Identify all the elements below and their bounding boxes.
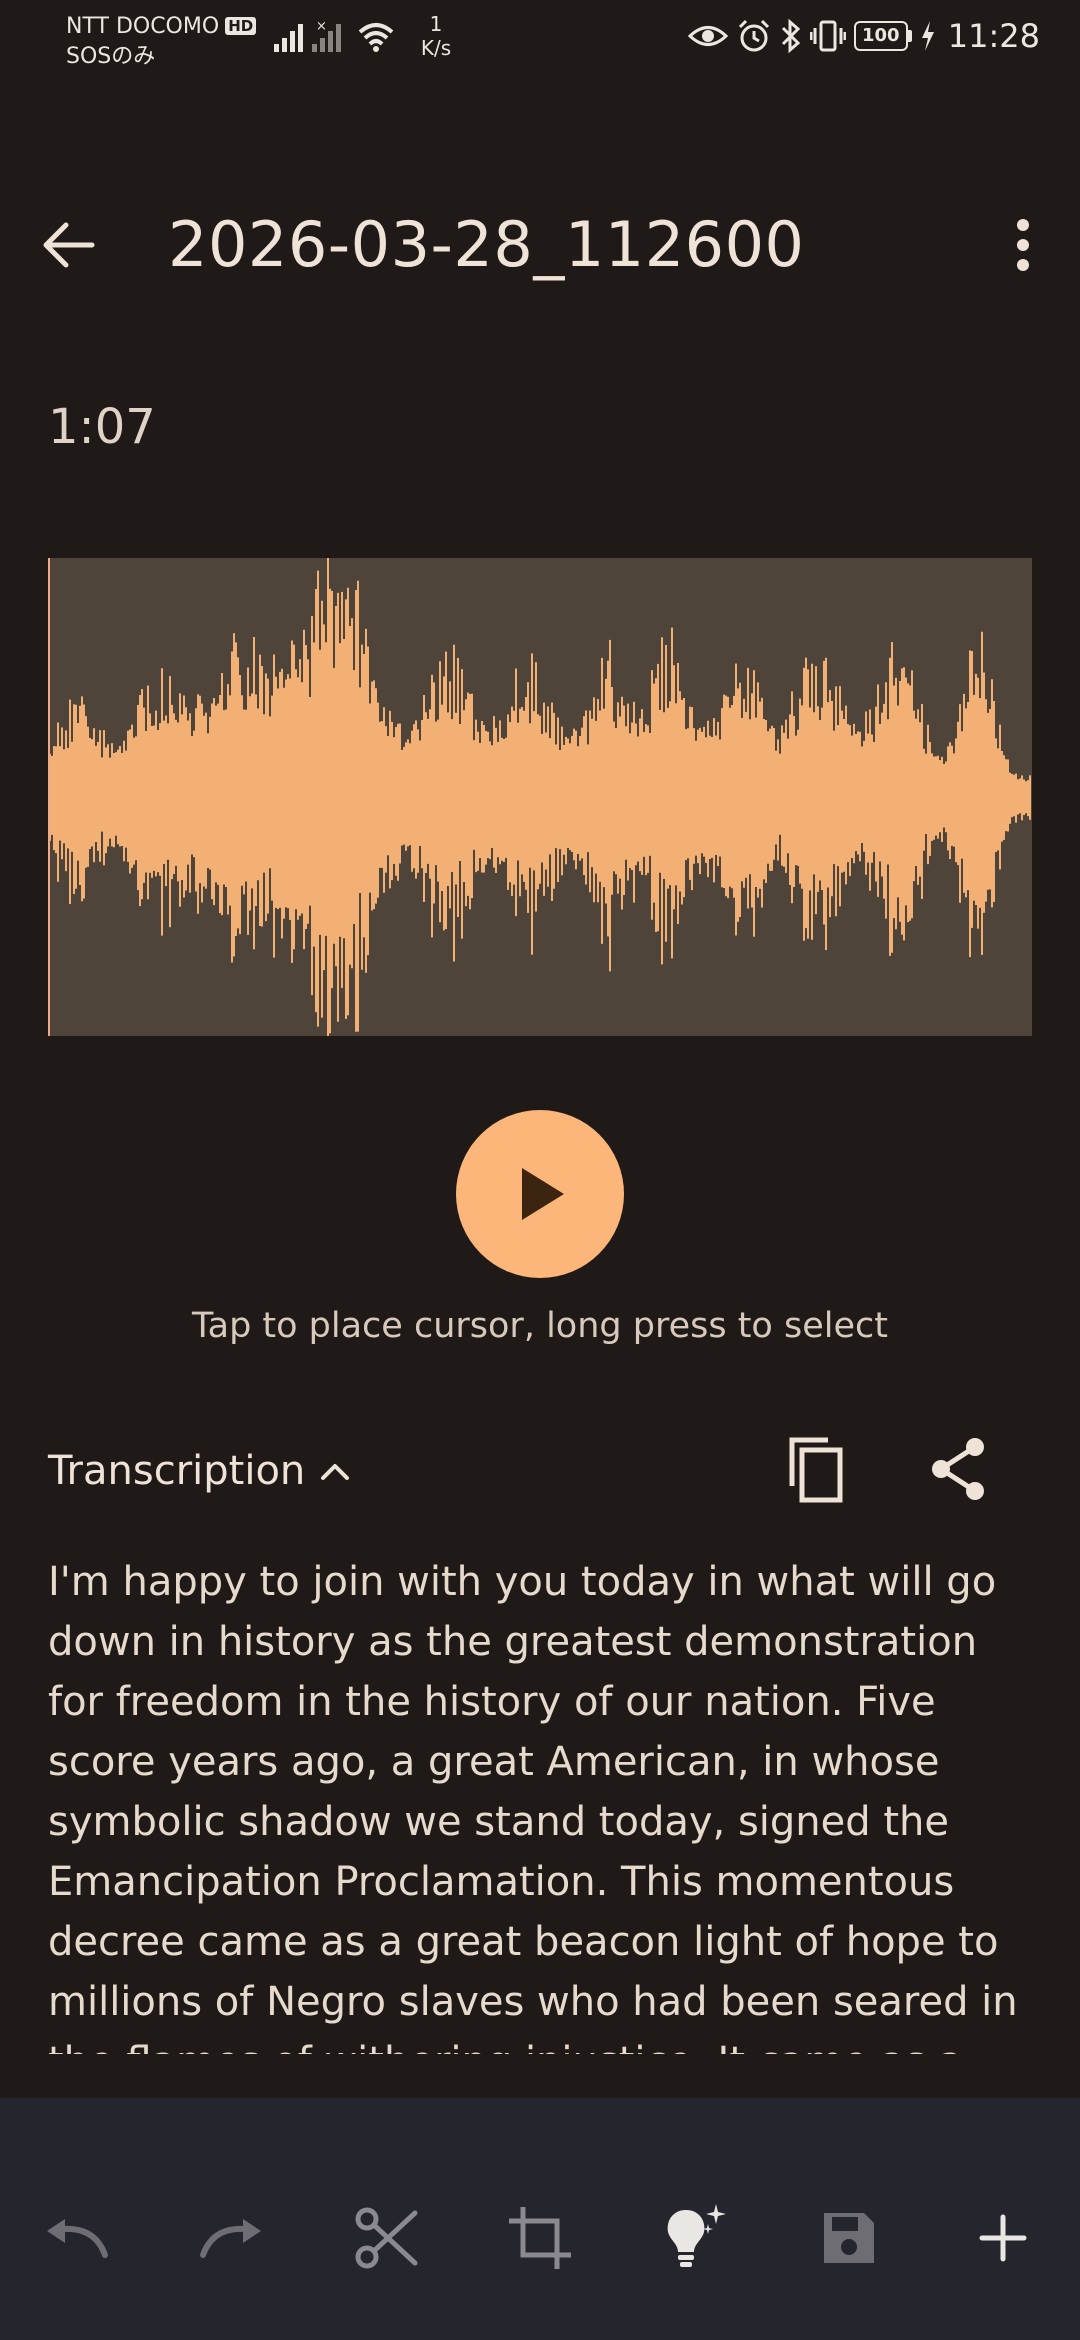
netspeed-unit: K/s [420,36,452,60]
screen: NTT DOCOMO HD SOSのみ × 1 K/s 100 11:28 20… [0,0,1080,2340]
bottom-toolbar [0,2098,1080,2340]
netspeed-value: 1 [429,12,443,36]
transcript-scroll[interactable]: I'm happy to join with you today in what… [48,1552,1038,2054]
cut-icon [355,2207,418,2269]
lightbulb-sparkle-icon [667,2204,727,2267]
copy-icon [789,1437,843,1503]
transcription-toggle[interactable]: Transcription [48,1436,351,1506]
add-icon [979,2214,1027,2262]
transcription-label: Transcription [48,1448,306,1494]
more-vert-icon [1017,219,1029,271]
share-transcription-button[interactable] [922,1432,996,1506]
eye-icon [687,26,728,46]
charging-icon [921,21,934,51]
vibrate-icon [809,20,846,52]
app-bar: 2026-03-28_112600 [0,190,1080,300]
ai-assist-button[interactable] [654,2198,734,2278]
more-options-button[interactable] [1010,212,1036,278]
save-button[interactable] [809,2198,889,2278]
alarm-icon [738,19,769,52]
carrier-name: NTT DOCOMO [66,14,220,39]
waveform-graphic [48,558,1031,1036]
status-bar: NTT DOCOMO HD SOSのみ × 1 K/s 100 11:28 [0,0,1080,78]
recording-duration: 1:07 [48,399,156,455]
cut-button[interactable] [346,2198,426,2278]
network-speed: 1 K/s [416,12,456,60]
crop-icon [508,2207,571,2269]
undo-icon [47,2219,109,2258]
share-icon [932,1438,984,1500]
transcript-text: I'm happy to join with you today in what… [48,1559,1018,2054]
waveform-hint: Tap to place cursor, long press to selec… [192,1306,888,1346]
battery-level: 100 [853,21,908,51]
back-button[interactable] [40,210,130,280]
signal-icons: × [272,16,402,56]
save-icon [823,2213,874,2263]
add-button[interactable] [963,2198,1043,2278]
arrow-back-icon [43,222,95,268]
svg-text:×: × [316,19,327,34]
status-icons-right: 100 11:28 [687,14,1040,58]
crop-button[interactable] [500,2198,580,2278]
play-button[interactable] [456,1110,624,1278]
playback-cursor[interactable] [48,558,50,1036]
play-icon [522,1168,564,1220]
battery-icon: 100 [853,21,912,51]
bluetooth-icon [781,19,800,53]
undo-button[interactable] [37,2198,117,2278]
cell-signal-icon: × [274,19,394,52]
carrier-sos: SOSのみ [66,44,156,69]
chevron-up-icon [319,1460,351,1482]
recording-title: 2026-03-28_112600 [168,208,805,281]
carrier-info: NTT DOCOMO HD SOSのみ [66,12,257,72]
redo-icon [200,2219,262,2258]
redo-button[interactable] [191,2198,271,2278]
status-time: 11:28 [947,17,1040,55]
waveform-view[interactable] [48,558,1032,1036]
hd-badge: HD [225,17,257,35]
copy-transcription-button[interactable] [778,1432,852,1506]
